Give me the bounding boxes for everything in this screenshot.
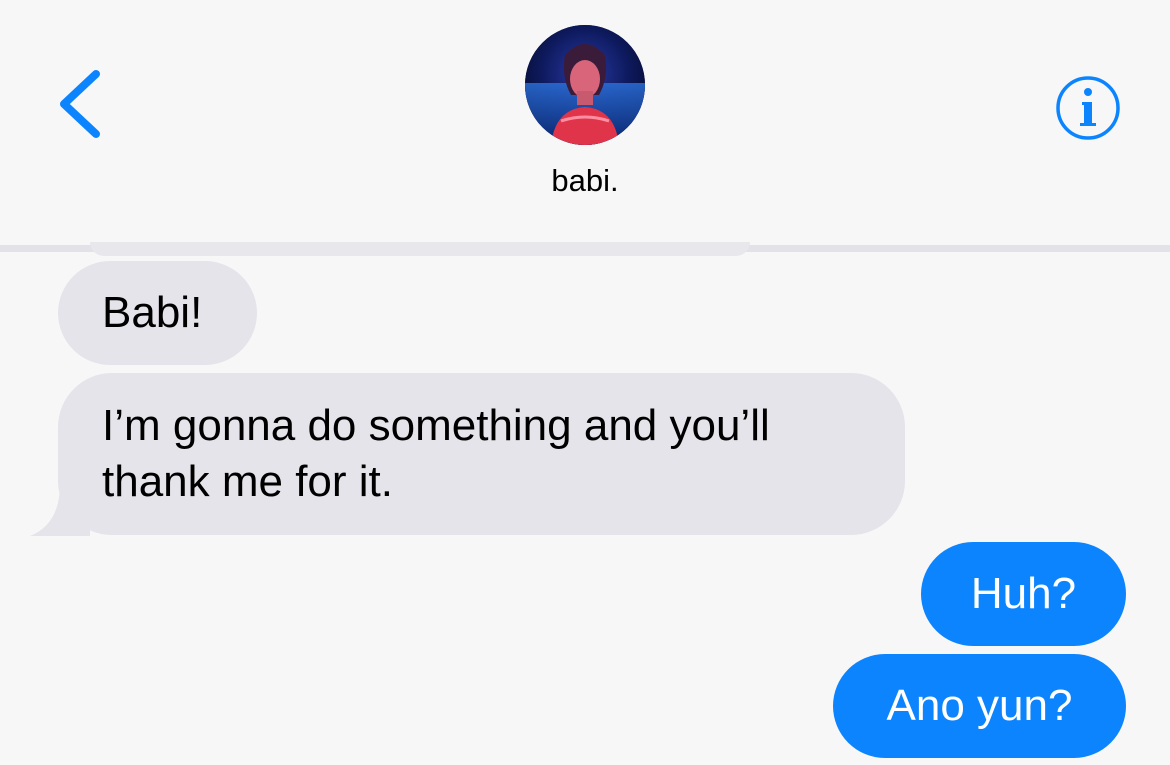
incoming-message-bubble[interactable]: I’m gonna do something and you’ll thank … [58,373,905,535]
back-button[interactable] [52,68,108,140]
avatar-photo [525,25,645,145]
messages-screen: babi. Babi! I’m gonna do something and y… [0,0,1170,765]
message-text: I’m gonna do something and you’ll thank … [102,401,770,506]
contact-avatar[interactable] [525,25,645,145]
conversation-header: babi. [0,0,1170,245]
previous-bubble-edge [90,242,750,256]
outgoing-message-bubble[interactable]: Huh? [921,542,1126,646]
message-text: Huh? [970,569,1077,618]
chevron-left-icon [60,70,100,138]
message-text: Babi! [102,288,203,337]
outgoing-message-bubble[interactable]: Ano yun? [833,654,1126,758]
message-list[interactable]: Babi! I’m gonna do something and you’ll … [0,242,1170,765]
info-icon [1056,76,1120,140]
contact-name[interactable]: babi. [0,163,1170,199]
incoming-message-bubble[interactable]: Babi! [58,261,257,365]
info-button[interactable] [1055,75,1121,141]
message-text: Ano yun? [886,681,1073,730]
